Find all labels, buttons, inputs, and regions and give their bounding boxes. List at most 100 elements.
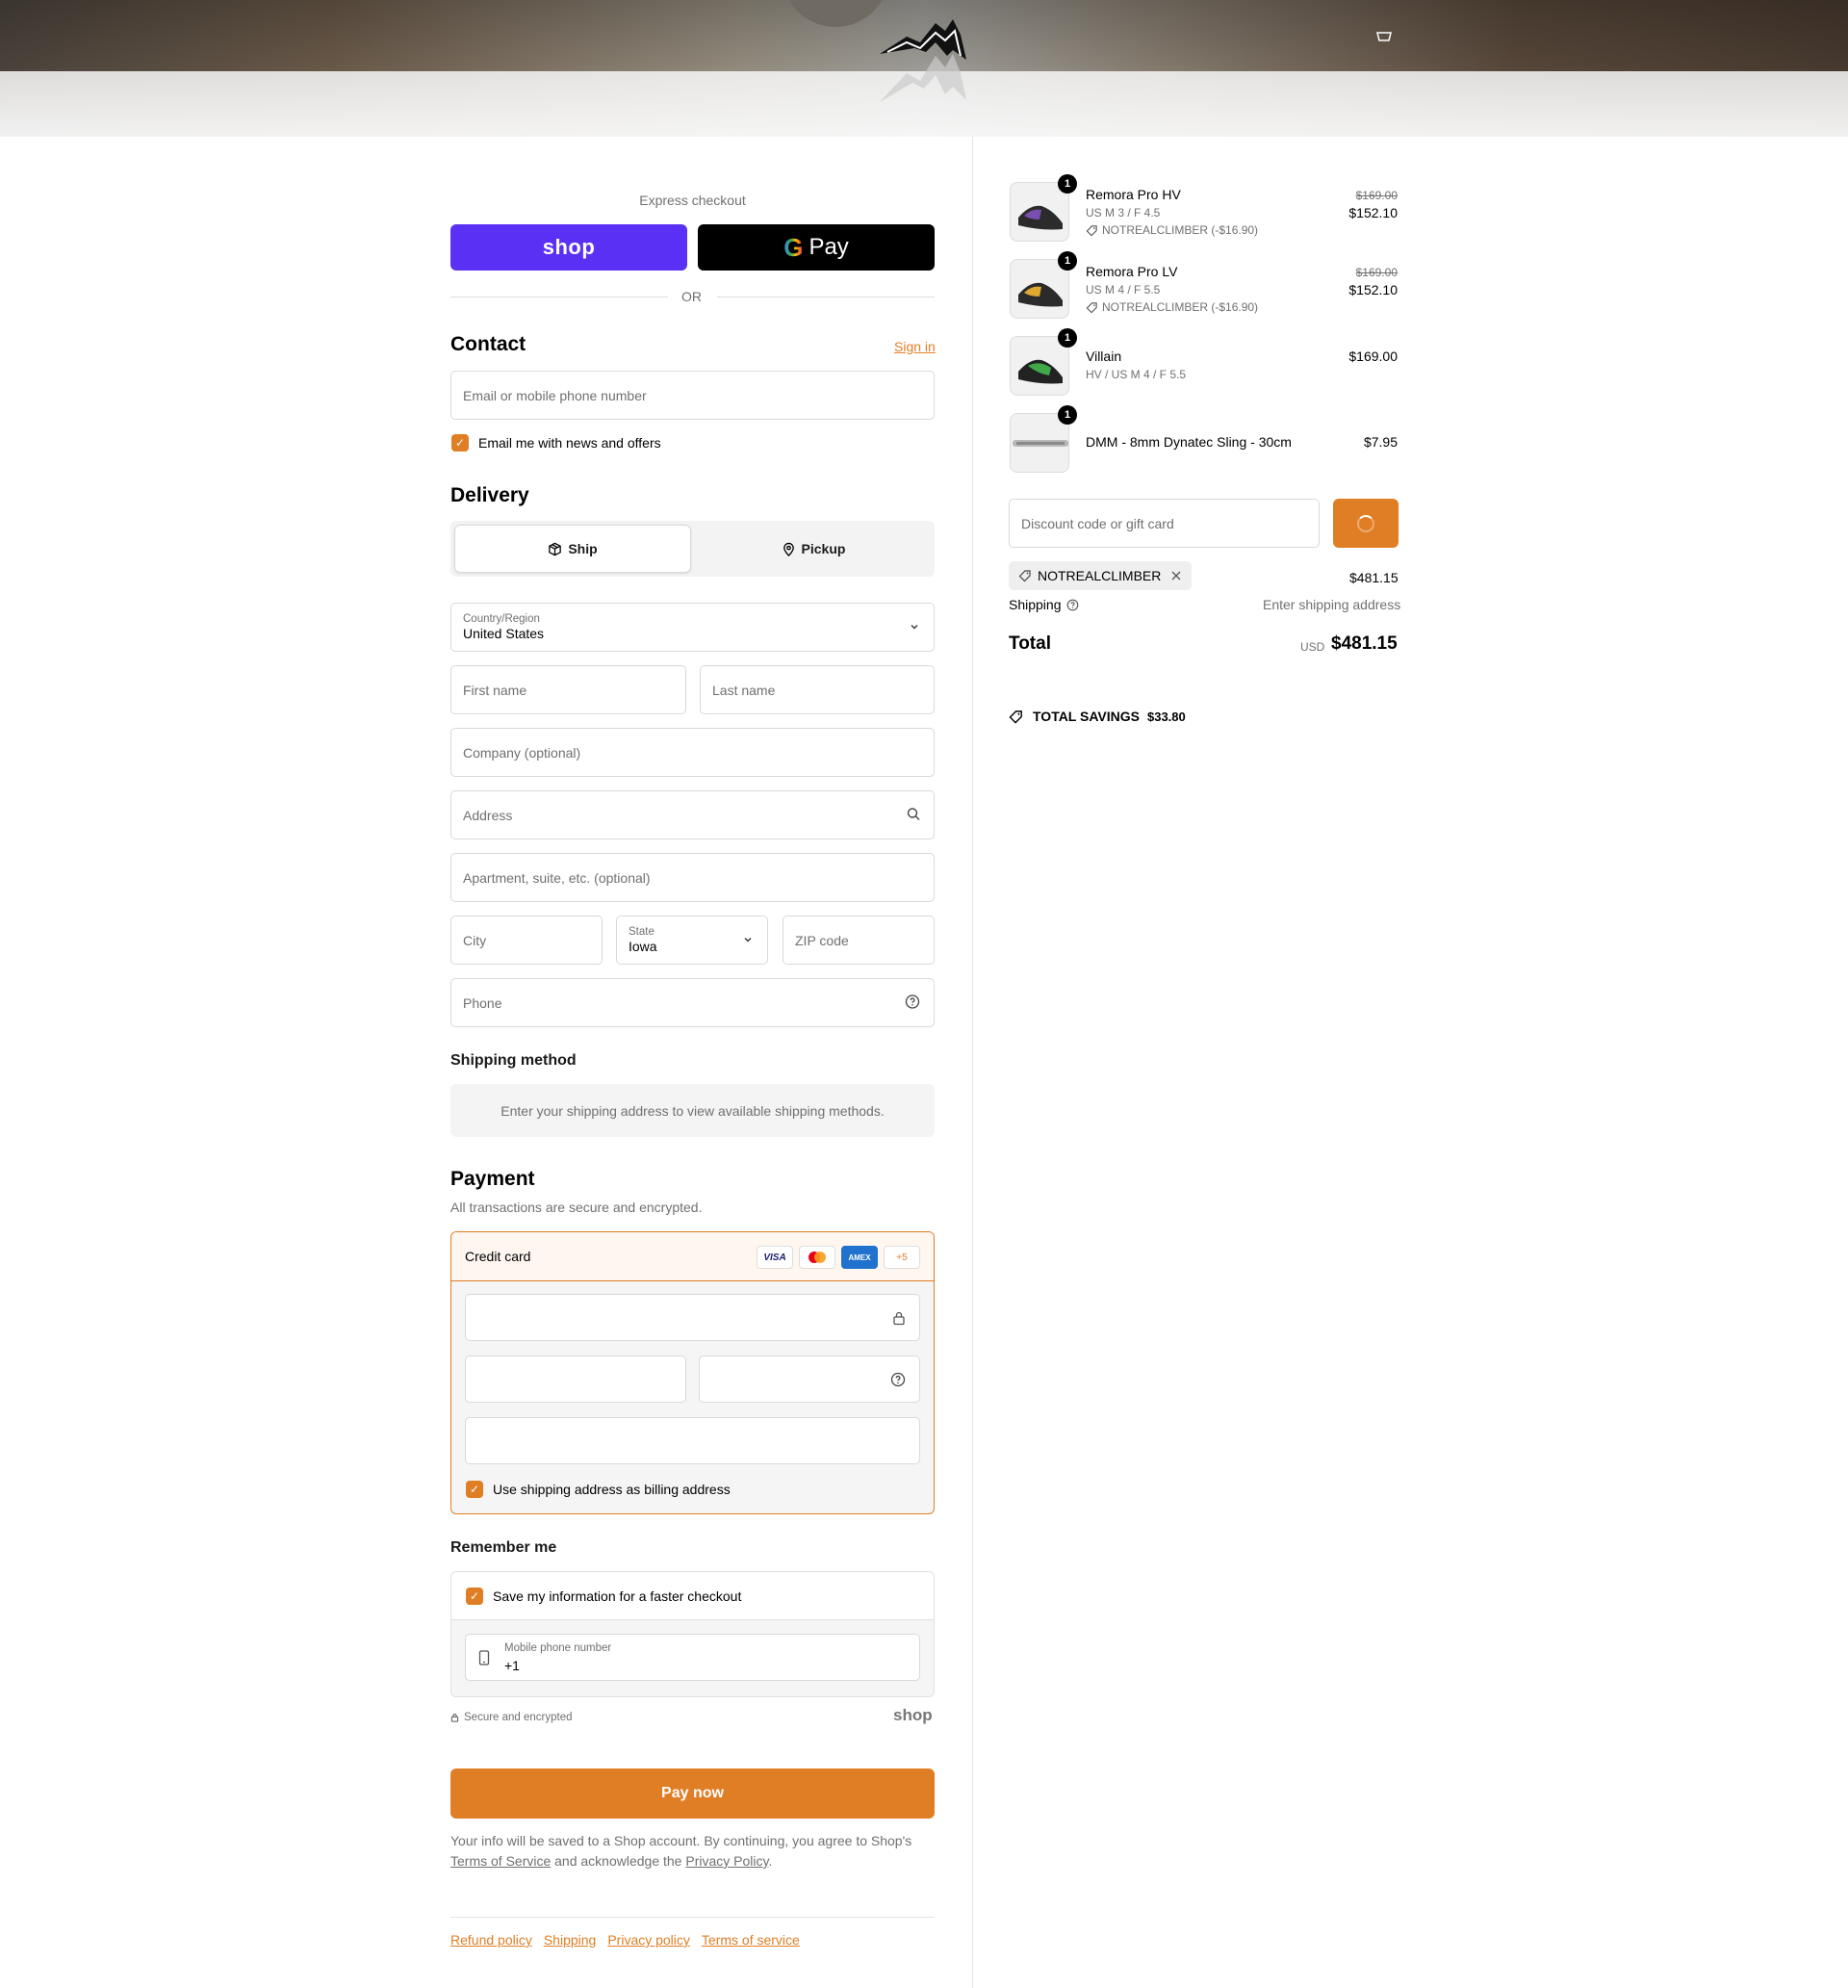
privacy-policy-link[interactable]: Privacy Policy (685, 1853, 768, 1869)
first-name-field[interactable]: First name (450, 665, 686, 714)
secure-note: Secure and encrypted (450, 1712, 573, 1723)
city-field[interactable]: City (450, 916, 603, 965)
applied-code-label: NOTREALCLIMBER (1038, 568, 1162, 583)
terms-of-service-link[interactable]: Terms of Service (450, 1853, 551, 1869)
terms-of-service-footer-link[interactable]: Terms of service (702, 1932, 800, 1948)
original-price: $169.00 (1355, 266, 1398, 279)
help-icon[interactable] (890, 1372, 906, 1392)
product-variant: HV / US M 4 / F 5.5 (1086, 368, 1187, 381)
address-field[interactable]: Address (450, 790, 935, 839)
total-value: $481.15 (1331, 633, 1398, 654)
cart-icon[interactable] (1374, 27, 1396, 48)
company-field[interactable]: Company (optional) (450, 728, 935, 777)
mobile-phone-icon (478, 1650, 490, 1670)
lock-icon (450, 1714, 459, 1722)
country-label: Country/Region (463, 613, 540, 625)
quantity-badge: 1 (1058, 174, 1077, 194)
brand-logo[interactable] (878, 13, 974, 102)
save-info-checkbox[interactable]: ✓ (466, 1588, 483, 1605)
credit-card-panel: Credit card VISA AMEX +5 ✓ Use shipping … (450, 1231, 935, 1514)
product-name: DMM - 8mm Dynatec Sling - 30cm (1086, 434, 1292, 450)
shipping-label: Shipping (1009, 597, 1062, 612)
subtotal-value: $481.15 (1349, 570, 1399, 585)
total-savings-value: $33.80 (1146, 709, 1186, 724)
product-variant: US M 3 / F 4.5 (1086, 206, 1161, 219)
email-placeholder: Email or mobile phone number (463, 387, 647, 403)
original-price: $169.00 (1355, 189, 1398, 202)
credit-card-option[interactable]: Credit card VISA AMEX +5 (451, 1232, 934, 1281)
or-label: OR (681, 289, 702, 304)
country-select[interactable]: Country/Region United States (450, 603, 935, 652)
email-field[interactable]: Email or mobile phone number (450, 371, 935, 420)
name-on-card-field[interactable] (465, 1417, 920, 1464)
quantity-badge: 1 (1058, 405, 1077, 425)
discount-code-field[interactable]: Discount code or gift card (1009, 499, 1320, 548)
visa-icon: VISA (757, 1246, 793, 1269)
chevron-down-icon (909, 620, 920, 635)
apartment-field[interactable]: Apartment, suite, etc. (optional) (450, 853, 935, 902)
shipping-policy-link[interactable]: Shipping (544, 1932, 597, 1948)
mobile-phone-value: +1 (504, 1658, 520, 1673)
google-g-icon: G (783, 232, 804, 262)
applied-discount-tag: NOTREALCLIMBER (1009, 561, 1193, 590)
loading-spinner-icon (1357, 514, 1374, 532)
ship-option[interactable]: Ship (454, 525, 691, 573)
cart-item: 1 Remora Pro HV US M 3 / F 4.5 NOTREALCL… (1010, 174, 1398, 242)
cart-item: 1 Villain HV / US M 4 / F 5.5 $169.00 (1010, 328, 1398, 396)
product-price: $152.10 (1348, 282, 1398, 297)
delivery-title: Delivery (450, 484, 529, 506)
refund-policy-link[interactable]: Refund policy (450, 1932, 532, 1948)
apply-discount-button[interactable] (1333, 499, 1399, 548)
product-price: $169.00 (1348, 349, 1398, 364)
secure-label: Secure and encrypted (464, 1712, 573, 1723)
help-icon[interactable] (1066, 599, 1079, 611)
total-savings-label: TOTAL SAVINGS (1033, 709, 1140, 724)
card-number-field[interactable] (465, 1294, 920, 1341)
expiration-date-field[interactable] (465, 1355, 686, 1403)
tag-icon (1086, 301, 1097, 313)
search-icon (907, 807, 920, 823)
shipping-row-label: Shipping (1009, 597, 1079, 612)
product-name: Villain (1086, 349, 1122, 364)
billing-checkbox[interactable]: ✓ (466, 1481, 483, 1498)
help-icon[interactable] (905, 994, 920, 1012)
zip-field[interactable]: ZIP code (783, 916, 935, 965)
terms-text-2: and acknowledge the (554, 1853, 682, 1869)
google-pay-label: Pay (808, 234, 849, 260)
google-pay-button[interactable]: G Pay (698, 224, 935, 271)
shop-pay-button[interactable]: shop (450, 224, 687, 271)
address-placeholder: Address (463, 807, 513, 823)
delivery-method-toggle: Ship Pickup (450, 521, 935, 577)
tag-icon (1086, 224, 1097, 236)
newsletter-label: Email me with news and offers (478, 435, 661, 451)
shop-logo: shop (893, 1706, 933, 1724)
product-name: Remora Pro HV (1086, 187, 1181, 202)
mastercard-icon (799, 1246, 835, 1269)
tag-icon (1009, 710, 1022, 724)
pay-now-button[interactable]: Pay now (450, 1769, 935, 1819)
state-select[interactable]: State Iowa (616, 916, 768, 965)
hero-banner (0, 0, 1848, 137)
product-price: $152.10 (1348, 205, 1398, 220)
close-icon[interactable] (1170, 570, 1182, 581)
credit-card-label: Credit card (465, 1249, 531, 1264)
last-name-field[interactable]: Last name (700, 665, 935, 714)
payment-subtitle: All transactions are secure and encrypte… (450, 1200, 703, 1215)
product-discount-label: NOTREALCLIMBER (-$16.90) (1102, 300, 1259, 314)
sign-in-link[interactable]: Sign in (894, 339, 936, 354)
quantity-badge: 1 (1058, 251, 1077, 271)
product-discount-label: NOTREALCLIMBER (-$16.90) (1102, 223, 1259, 237)
privacy-policy-footer-link[interactable]: Privacy policy (607, 1932, 690, 1948)
mobile-phone-field[interactable]: Mobile phone number +1 (465, 1634, 920, 1681)
phone-field[interactable]: Phone (450, 978, 935, 1027)
first-name-placeholder: First name (463, 682, 527, 698)
security-code-field[interactable] (699, 1355, 920, 1403)
newsletter-checkbox[interactable]: ✓ (451, 434, 469, 452)
shipping-method-note: Enter your shipping address to view avai… (450, 1084, 935, 1137)
product-discount: NOTREALCLIMBER (-$16.90) (1086, 223, 1258, 237)
card-logos: VISA AMEX +5 (757, 1246, 920, 1269)
ship-label: Ship (568, 541, 598, 556)
apartment-placeholder: Apartment, suite, etc. (optional) (463, 869, 651, 886)
pickup-option[interactable]: Pickup (696, 525, 931, 573)
discount-placeholder: Discount code or gift card (1021, 515, 1174, 531)
